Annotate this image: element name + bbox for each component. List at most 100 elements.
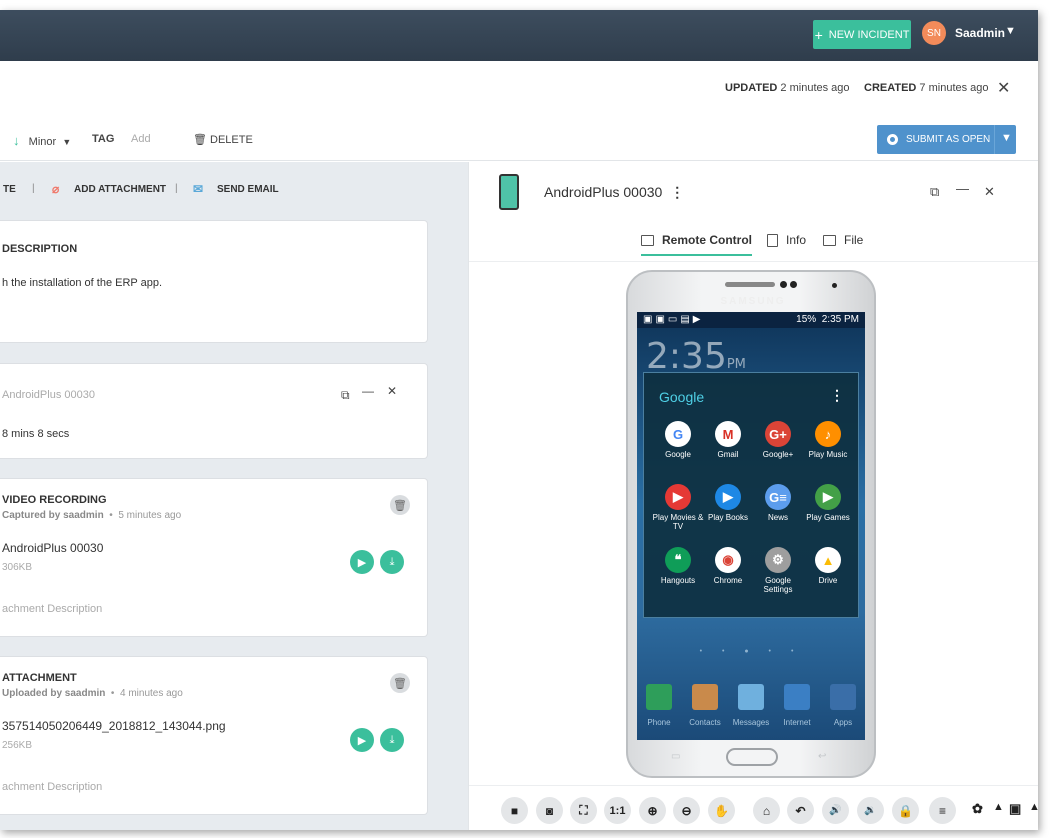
delete-button[interactable]: 🗑 DELETE (193, 133, 253, 146)
trash-icon[interactable]: 🗑 (390, 495, 410, 515)
play-books-icon: ▶ (715, 484, 741, 510)
tag-input[interactable]: Add (131, 133, 151, 145)
play-music-icon: ♪ (815, 421, 841, 447)
attachment-description-input[interactable]: achment Description (2, 781, 102, 793)
download-button[interactable]: ⤓ (380, 550, 404, 574)
more-vertical-icon[interactable]: ⋮ (830, 387, 844, 404)
avatar[interactable]: SN (922, 21, 946, 45)
chevron-up-icon[interactable]: ▲ (1029, 801, 1038, 813)
plus-icon: + (814, 26, 823, 43)
app-chrome[interactable]: ◉ Chrome (702, 547, 754, 585)
priority-select[interactable]: ↓ Minor ▼ (13, 133, 71, 148)
chevron-down-icon[interactable]: ▼ (1001, 132, 1012, 144)
dock-apps[interactable]: Apps (819, 684, 865, 727)
camera-icon (790, 281, 797, 288)
page-indicator: • • ● • • (699, 648, 803, 655)
cast-icon (641, 235, 654, 247)
google-icon: G (665, 421, 691, 447)
delete-label: DELETE (210, 134, 253, 146)
app-play-movies-tv[interactable]: ▶ Play Movies & TV (652, 484, 704, 531)
recent-apps-icon[interactable]: ▭ (671, 751, 680, 762)
video-camera-icon[interactable]: ■ (501, 797, 528, 824)
hand-icon[interactable]: ✋ (708, 797, 735, 824)
app-gmail[interactable]: M Gmail (702, 421, 754, 459)
app-google[interactable]: G Google (652, 421, 704, 459)
created-value: 7 minutes ago (919, 82, 989, 94)
app-label: Play Music (808, 450, 848, 459)
tab-label: File (844, 233, 864, 247)
send-email-button[interactable]: SEND EMAIL (217, 184, 279, 195)
dock-label: Contacts (689, 718, 721, 727)
zoom-out-icon[interactable]: ⊖ (673, 797, 700, 824)
actual-size-button[interactable]: 1:1 (604, 797, 631, 824)
captured-by: Captured by saadmin (2, 510, 104, 521)
fullscreen-icon[interactable]: ⛶ (570, 797, 597, 824)
popout-icon[interactable]: ⧉ (341, 388, 350, 403)
app-label: Play Games (806, 513, 850, 522)
app-label: Drive (818, 576, 838, 585)
paperclip-icon: ⌀ (52, 182, 60, 196)
back-icon[interactable]: ↩ (818, 751, 826, 762)
app-play-music[interactable]: ♪ Play Music (802, 421, 854, 459)
app-play-books[interactable]: ▶ Play Books (702, 484, 754, 522)
submit-as-open-button[interactable]: SUBMIT AS OPEN ▼ (877, 125, 1016, 154)
home-button[interactable] (726, 748, 778, 766)
minimize-icon[interactable]: — (362, 384, 374, 398)
close-icon[interactable]: ✕ (984, 184, 995, 200)
add-attachment-button[interactable]: ADD ATTACHMENT (74, 184, 166, 195)
download-button[interactable]: ⤓ (380, 728, 404, 752)
close-icon[interactable]: ✕ (387, 384, 397, 398)
chevron-down-icon[interactable]: ▼ (1005, 25, 1016, 37)
chevron-up-icon[interactable]: ▲ (993, 801, 1004, 813)
volume-down-icon[interactable]: 🔉 (857, 797, 884, 824)
tab-remote-control[interactable]: Remote Control (641, 233, 752, 256)
volume-up-icon[interactable]: 🔊 (822, 797, 849, 824)
minimize-icon[interactable]: — (956, 181, 969, 196)
video-description-input[interactable]: achment Description (2, 603, 102, 615)
tab-info[interactable]: Info (767, 233, 806, 248)
session-device: AndroidPlus 00030 (2, 389, 95, 401)
back-icon[interactable]: ↶ (787, 797, 814, 824)
hangouts-icon: ❝ (665, 547, 691, 573)
username[interactable]: Saadmin (955, 26, 1005, 40)
camera-icon[interactable]: ◙ (536, 797, 563, 824)
image-icon[interactable]: ▣ (1009, 801, 1021, 817)
created-label: CREATED (864, 82, 917, 94)
trash-icon[interactable]: 🗑 (390, 673, 410, 693)
dock-internet[interactable]: Internet (773, 684, 821, 727)
close-icon[interactable]: ✕ (997, 78, 1010, 98)
app-drive[interactable]: ▲ Drive (802, 547, 854, 585)
tab-file[interactable]: File (823, 233, 863, 247)
top-navbar: + NEW INCIDENT SN Saadmin ▼ (0, 10, 1038, 61)
divider: | (175, 183, 178, 194)
add-note-button[interactable]: TE (3, 184, 16, 195)
camera-icon (780, 281, 787, 288)
palette-icon[interactable]: ✿ (972, 801, 983, 817)
device-name: AndroidPlus 00030 (544, 184, 663, 200)
device-title: AndroidPlus 00030 ⋮ (544, 184, 684, 201)
app-google-settings[interactable]: ⚙ Google Settings (752, 547, 804, 594)
description-text[interactable]: h the installation of the ERP app. (2, 277, 162, 289)
more-vertical-icon[interactable]: ⋮ (670, 184, 684, 200)
app-label: Google+ (762, 450, 794, 459)
dock-phone[interactable]: Phone (637, 684, 683, 727)
play-button[interactable]: ▶ (350, 728, 374, 752)
lock-icon[interactable]: 🔒 (892, 797, 919, 824)
app-news[interactable]: G≡ News (752, 484, 804, 522)
popout-icon[interactable]: ⧉ (930, 184, 939, 200)
info-icon (767, 234, 778, 248)
app-play-games[interactable]: ▶ Play Games (802, 484, 854, 522)
remote-phone[interactable]: SAMSUNG ▣▣▭▤▶ 15% 2:35 PM 2:35PM Google … (626, 270, 876, 778)
app-label: Chrome (713, 576, 743, 585)
dock-contacts[interactable]: Contacts (681, 684, 729, 727)
app-hangouts[interactable]: ❝ Hangouts (652, 547, 704, 585)
zoom-in-icon[interactable]: ⊕ (639, 797, 666, 824)
dock-messages[interactable]: Messages (727, 684, 775, 727)
play-button[interactable]: ▶ (350, 550, 374, 574)
clock-suffix: PM (726, 357, 746, 372)
menu-icon[interactable]: ≡ (929, 797, 956, 824)
phone-screen[interactable]: ▣▣▭▤▶ 15% 2:35 PM 2:35PM Google ⋮ G Googl… (637, 312, 865, 740)
app-google-[interactable]: G+ Google+ (752, 421, 804, 459)
new-incident-button[interactable]: + NEW INCIDENT (813, 20, 911, 49)
home-icon[interactable]: ⌂ (753, 797, 780, 824)
